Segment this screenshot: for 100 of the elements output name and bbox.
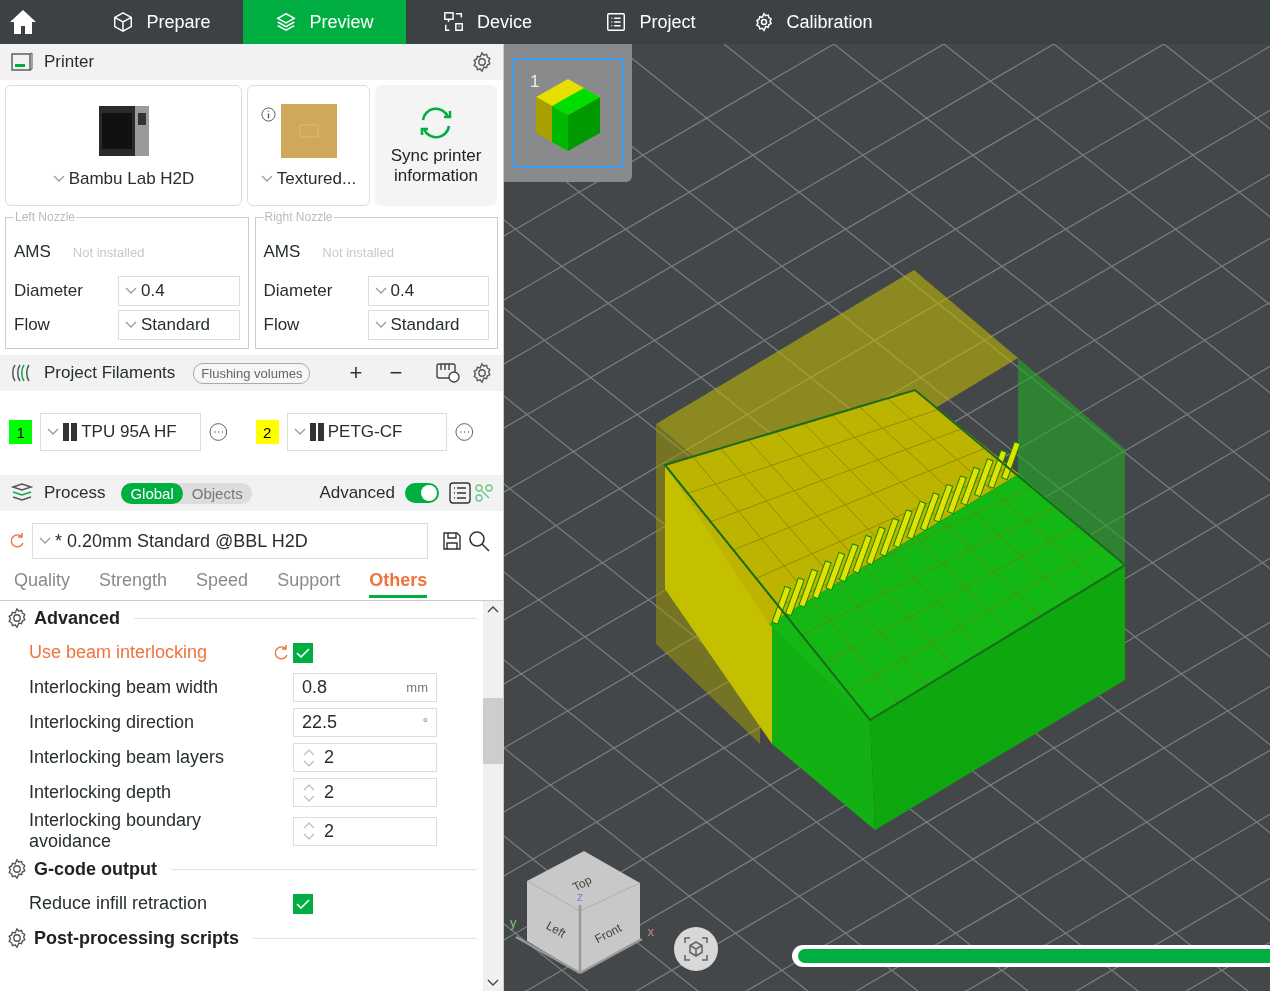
group-gear-icon[interactable] <box>6 858 28 880</box>
group-gear-icon[interactable] <box>6 607 28 629</box>
group-title: G-code output <box>34 858 157 880</box>
plate-name: Textured... <box>276 169 357 189</box>
nozzle-legend: Left Nozzle <box>14 210 77 224</box>
settings-tab[interactable]: Strength <box>99 569 168 598</box>
caret-icon <box>125 321 137 329</box>
settings-icon <box>754 12 775 32</box>
nav-tab[interactable]: Project <box>569 0 732 44</box>
flow-label: Flow <box>263 315 301 335</box>
check-icon <box>296 898 310 909</box>
caret-icon <box>293 428 306 436</box>
printer-drawing <box>97 105 150 159</box>
spin-field[interactable]: 2 <box>293 778 437 807</box>
printer-icon <box>10 51 34 73</box>
cube-icon <box>112 11 135 33</box>
search-icon[interactable] <box>468 530 490 552</box>
scroll-down-icon[interactable] <box>487 979 499 987</box>
group-gear-icon[interactable] <box>6 927 28 949</box>
preset-dropdown[interactable]: * 0.20mm Standard @BBL H2D <box>32 523 428 559</box>
recenter-button[interactable] <box>674 927 718 971</box>
cube-face-label: Left <box>543 918 569 941</box>
advanced-toggle[interactable] <box>405 483 439 503</box>
list-icon <box>605 11 628 33</box>
printer-card[interactable]: Bambu Lab H2D <box>5 85 242 206</box>
checkbox[interactable] <box>293 893 313 914</box>
printer-name: Bambu Lab H2D <box>68 169 195 189</box>
build-plate-drawing <box>279 103 338 159</box>
caret-icon <box>260 175 273 183</box>
layers-icon <box>275 11 298 33</box>
check-icon <box>296 647 310 658</box>
info-icon[interactable] <box>261 107 276 122</box>
remove-button[interactable]: − <box>381 360 411 386</box>
flushing-volumes-button[interactable]: Flushing volumes <box>193 362 311 384</box>
nav-tab[interactable]: Prepare <box>80 0 243 44</box>
option-label: Interlocking direction <box>29 712 196 733</box>
caret-icon <box>374 287 387 295</box>
more-icon[interactable] <box>208 422 228 442</box>
settings-icon[interactable] <box>471 362 493 384</box>
cube-face-label: Front <box>592 920 624 947</box>
filament-icon <box>63 423 78 441</box>
diameter-dropdown[interactable]: 0.4 <box>118 276 240 306</box>
spin-field[interactable]: 2 <box>293 816 437 846</box>
caret-icon <box>52 175 65 183</box>
scroll-up-icon[interactable] <box>487 605 499 613</box>
scrollbar-thumb[interactable] <box>483 698 503 764</box>
group-title: Advanced <box>34 607 121 629</box>
filament-index-badge: 1 <box>9 420 33 444</box>
caret-icon <box>125 287 137 295</box>
moves-slider[interactable] <box>792 945 1270 967</box>
settings-tab[interactable]: Quality <box>14 569 71 598</box>
sync-printer-button[interactable]: Sync printer information <box>375 85 497 206</box>
option-label: Interlocking beam width <box>29 677 220 698</box>
ams-label: AMS <box>263 242 301 262</box>
plate-card[interactable]: Textured... <box>247 85 370 206</box>
cube-icon <box>683 936 709 962</box>
filament-dropdown[interactable]: TPU 95A HF <box>40 413 201 451</box>
caret-icon <box>374 321 387 329</box>
diameter-label: Diameter <box>263 281 334 301</box>
layers-icon <box>10 482 34 504</box>
flow-dropdown[interactable]: Standard <box>118 310 240 340</box>
flow-label: Flow <box>14 315 51 335</box>
filament-icon <box>309 423 324 441</box>
settings-icon[interactable] <box>471 51 493 73</box>
number-field[interactable]: 22.5 ° <box>293 708 437 737</box>
section-title: Project Filaments <box>44 363 176 383</box>
diameter-label: Diameter <box>14 281 84 301</box>
filament-index-badge: 2 <box>255 420 279 444</box>
ams-label: AMS <box>14 242 51 262</box>
home-icon[interactable] <box>9 9 37 35</box>
filament-sync-icon[interactable] <box>435 362 461 384</box>
nozzle-legend: Right Nozzle <box>263 210 334 224</box>
checkbox[interactable] <box>293 642 313 663</box>
nav-tab[interactable]: Calibration <box>732 0 895 44</box>
number-field[interactable]: 0.8 mm <box>293 673 437 702</box>
axis-label: y <box>510 915 517 930</box>
group-title: Post-processing scripts <box>34 927 240 949</box>
more-icon[interactable] <box>455 422 475 442</box>
advanced-label: Advanced <box>319 483 395 503</box>
nav-tab[interactable]: Device <box>406 0 569 44</box>
filament-dropdown[interactable]: PETG-CF <box>286 413 448 451</box>
plate-number: 1 <box>530 72 540 92</box>
add-button[interactable]: + <box>341 360 371 386</box>
option-label: Use beam interlocking <box>29 642 209 663</box>
diameter-dropdown[interactable]: 0.4 <box>367 276 489 306</box>
section-title: Printer <box>44 52 95 72</box>
spin-field[interactable]: 2 <box>293 743 437 772</box>
axis-label: x <box>647 924 654 939</box>
option-label: Interlocking beam layers <box>29 747 226 768</box>
settings-tab[interactable]: Speed <box>196 569 249 598</box>
option-label: Interlocking boundary avoidance <box>29 810 203 852</box>
flow-dropdown[interactable]: Standard <box>367 310 489 340</box>
list-icon[interactable] <box>449 482 471 504</box>
reset-icon[interactable] <box>272 643 290 662</box>
save-icon[interactable] <box>442 531 462 551</box>
option-label: Reduce infill retraction <box>29 893 209 914</box>
reset-icon[interactable] <box>8 532 26 550</box>
caret-icon <box>47 428 60 436</box>
scrollbar[interactable] <box>483 601 503 991</box>
device-icon <box>443 11 465 33</box>
